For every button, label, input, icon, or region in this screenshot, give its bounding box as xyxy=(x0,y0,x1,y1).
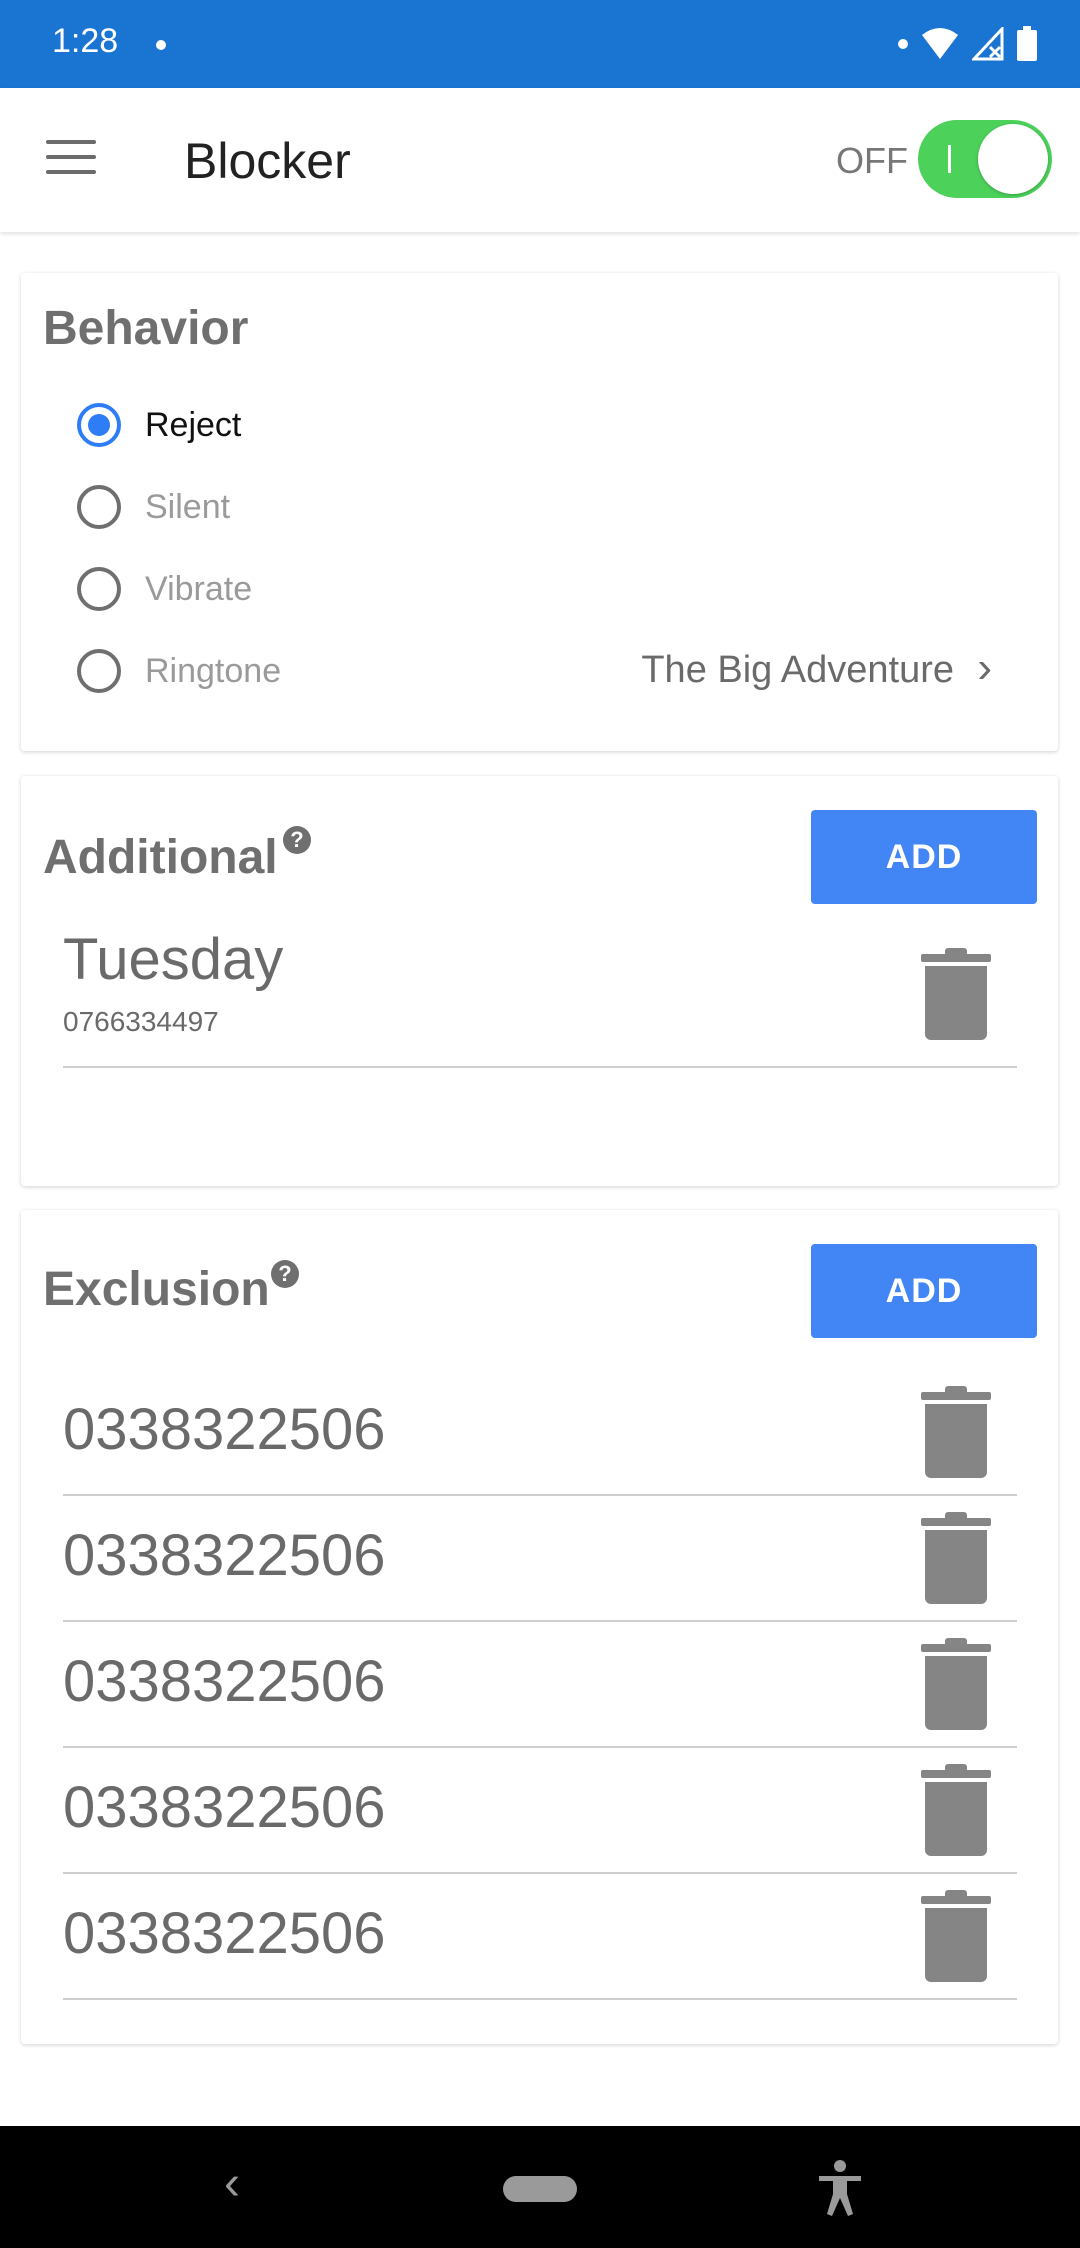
signal-icon xyxy=(972,27,1004,61)
radio-label: Vibrate xyxy=(145,569,253,608)
trash-icon[interactable] xyxy=(921,1890,991,1982)
ringtone-value[interactable]: The Big Adventure xyxy=(641,649,954,692)
exclusion-card: Exclusion ? ADD 0338322506 0338322506 03… xyxy=(21,1210,1058,2044)
entry-name: Tuesday xyxy=(63,927,284,992)
radio-label: Silent xyxy=(145,487,231,526)
accessibility-icon[interactable] xyxy=(815,2158,865,2218)
radio-option-vibrate[interactable]: Vibrate xyxy=(77,561,252,617)
toggle-knob xyxy=(978,124,1048,194)
entry-number: 0338322506 xyxy=(63,1901,386,1966)
trash-icon[interactable] xyxy=(921,1638,991,1730)
table-row[interactable]: 0338322506 xyxy=(63,1496,1017,1622)
entry-number: 0766334497 xyxy=(63,1006,219,1037)
additional-title: Additional xyxy=(43,831,278,884)
entry-number: 0338322506 xyxy=(63,1775,386,1840)
notification-dot-icon xyxy=(156,40,166,50)
radio-button[interactable] xyxy=(77,649,121,693)
status-icons xyxy=(898,24,1038,64)
list-item[interactable]: Tuesday 0766334497 xyxy=(63,926,1017,1068)
chevron-right-icon[interactable]: › xyxy=(977,643,992,693)
app-bar: Blocker OFF xyxy=(0,88,1080,232)
toggle-on-mark xyxy=(948,145,951,173)
toggle-label: OFF xyxy=(836,140,908,181)
radio-button[interactable] xyxy=(77,485,121,529)
radio-button[interactable] xyxy=(77,403,121,447)
battery-icon xyxy=(1017,26,1037,61)
wifi-icon xyxy=(922,28,958,59)
help-icon[interactable]: ? xyxy=(271,1260,299,1288)
table-row[interactable]: 0338322506 xyxy=(63,1622,1017,1748)
trash-icon[interactable] xyxy=(921,948,991,1040)
radio-option-silent[interactable]: Silent xyxy=(77,479,230,535)
radio-option-reject[interactable]: Reject xyxy=(77,397,241,453)
blocker-toggle[interactable] xyxy=(918,120,1052,198)
behavior-card: Behavior Reject Silent Vibrate Ringtone … xyxy=(21,273,1058,751)
back-icon[interactable]: ‹ xyxy=(224,2156,240,2211)
trash-icon[interactable] xyxy=(921,1386,991,1478)
radio-button[interactable] xyxy=(77,567,121,611)
table-row[interactable]: 0338322506 xyxy=(63,1874,1017,2000)
add-additional-button[interactable]: ADD xyxy=(811,810,1037,904)
navigation-bar: ‹ xyxy=(0,2126,1080,2248)
table-row[interactable]: 0338322506 xyxy=(63,1368,1017,1496)
radio-label: Reject xyxy=(145,405,242,444)
menu-icon[interactable] xyxy=(46,140,96,178)
entry-number: 0338322506 xyxy=(63,1523,386,1588)
exclusion-title: Exclusion xyxy=(43,1263,270,1316)
status-bar: 1:28 xyxy=(0,0,1080,88)
status-time: 1:28 xyxy=(52,22,119,60)
trash-icon[interactable] xyxy=(921,1764,991,1856)
table-row[interactable]: 0338322506 xyxy=(63,1748,1017,1874)
home-icon[interactable] xyxy=(503,2176,577,2202)
help-icon[interactable]: ? xyxy=(283,826,311,854)
radio-label: Ringtone xyxy=(145,651,282,690)
additional-card: Additional ? ADD Tuesday 0766334497 xyxy=(21,776,1058,1186)
behavior-title: Behavior xyxy=(43,302,249,355)
app-title: Blocker xyxy=(184,133,351,189)
add-exclusion-button[interactable]: ADD xyxy=(811,1244,1037,1338)
entry-number: 0338322506 xyxy=(63,1397,386,1462)
entry-number: 0338322506 xyxy=(63,1649,386,1714)
notification-dot-icon xyxy=(898,39,908,49)
radio-option-ringtone[interactable]: Ringtone xyxy=(77,643,281,699)
trash-icon[interactable] xyxy=(921,1512,991,1604)
